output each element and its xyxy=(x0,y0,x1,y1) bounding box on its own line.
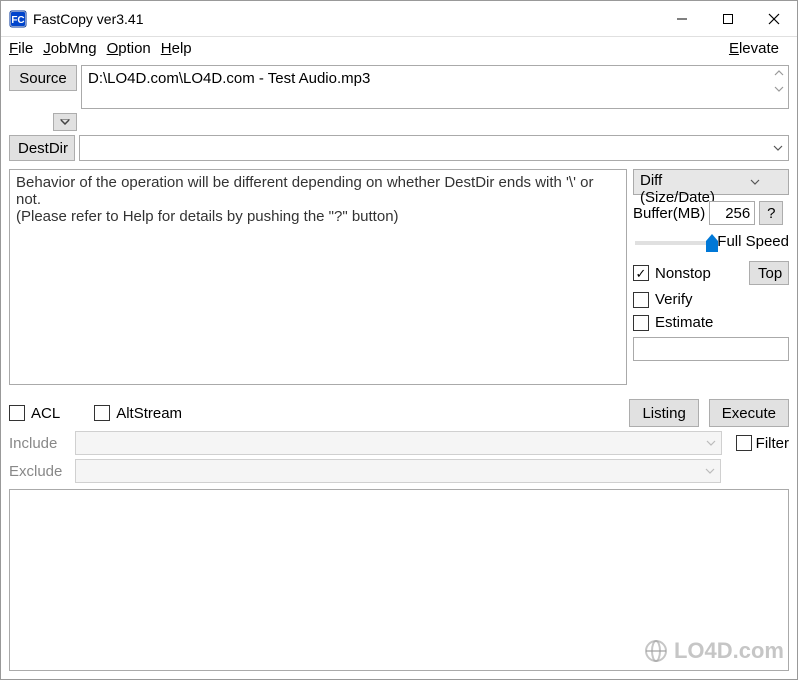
globe-icon xyxy=(644,639,668,663)
close-button[interactable] xyxy=(751,3,797,35)
window-title: FastCopy ver3.41 xyxy=(33,11,144,27)
menu-file[interactable]: File xyxy=(9,40,33,57)
source-input-wrap: D:\LO4D.com\LO4D.com - Test Audio.mp3 xyxy=(81,65,789,109)
menu-elevate[interactable]: Elevate xyxy=(729,40,779,57)
exclude-dropdown-icon[interactable] xyxy=(700,460,720,482)
mode-dropdown-icon[interactable] xyxy=(721,170,788,194)
speed-slider-row: Full Speed xyxy=(633,231,789,255)
speed-label: Full Speed xyxy=(717,233,789,250)
checkbox-unchecked-icon xyxy=(9,405,25,421)
main-window: FC FastCopy ver3.41 File JobMng Option H… xyxy=(0,0,798,680)
listing-button[interactable]: Listing xyxy=(629,399,698,427)
destdir-button[interactable]: DestDir xyxy=(9,135,75,161)
buffer-label: Buffer(MB) xyxy=(633,205,705,222)
include-row: Include Filter xyxy=(9,431,789,455)
menu-help[interactable]: Help xyxy=(161,40,192,57)
nonstop-row: ✓ Nonstop Top xyxy=(633,261,789,285)
behavior-line1: Behavior of the operation will be differ… xyxy=(16,174,620,208)
help-button[interactable]: ? xyxy=(759,201,783,225)
altstream-checkbox[interactable]: AltStream xyxy=(94,405,182,422)
exclude-combo[interactable] xyxy=(75,459,721,483)
exclude-row: Exclude xyxy=(9,459,789,483)
destdir-dropdown-icon[interactable] xyxy=(768,136,788,160)
source-row: Source D:\LO4D.com\LO4D.com - Test Audio… xyxy=(9,65,789,109)
filter-toggle[interactable]: Filter xyxy=(736,435,789,452)
exclude-label: Exclude xyxy=(9,463,69,480)
status-box xyxy=(633,337,789,361)
estimate-row: Estimate xyxy=(633,314,789,331)
scroll-down-icon[interactable] xyxy=(774,84,786,96)
behavior-line2: (Please refer to Help for details by pus… xyxy=(16,208,620,225)
menubar: File JobMng Option Help Elevate xyxy=(1,37,797,61)
source-history-row xyxy=(9,113,789,131)
buffer-row: Buffer(MB) ? xyxy=(633,201,789,225)
include-dropdown-icon[interactable] xyxy=(701,432,721,454)
destdir-combo[interactable] xyxy=(79,135,789,161)
action-row: ACL AltStream Listing Execute xyxy=(9,399,789,427)
right-column: Diff (Size/Date) Buffer(MB) ? Full Speed xyxy=(633,169,789,385)
include-combo[interactable] xyxy=(75,431,722,455)
menu-option[interactable]: Option xyxy=(107,40,151,57)
checkbox-unchecked-icon xyxy=(736,435,752,451)
checkbox-unchecked-icon xyxy=(633,292,649,308)
titlebar: FC FastCopy ver3.41 xyxy=(1,1,797,37)
menu-jobmng[interactable]: JobMng xyxy=(43,40,96,57)
watermark: LO4D.com xyxy=(644,638,784,664)
content-area: Source D:\LO4D.com\LO4D.com - Test Audio… xyxy=(1,61,797,679)
main-split: Behavior of the operation will be differ… xyxy=(9,169,789,385)
maximize-button[interactable] xyxy=(705,3,751,35)
dest-row: DestDir xyxy=(9,135,789,161)
checkbox-unchecked-icon xyxy=(94,405,110,421)
source-button[interactable]: Source xyxy=(9,65,77,91)
verify-checkbox[interactable]: Verify xyxy=(633,291,693,308)
behavior-box: Behavior of the operation will be differ… xyxy=(9,169,627,385)
include-label: Include xyxy=(9,435,69,452)
window-controls xyxy=(659,3,797,35)
destdir-input[interactable] xyxy=(80,136,768,160)
app-icon: FC xyxy=(9,10,27,28)
checkbox-checked-icon: ✓ xyxy=(633,265,649,281)
mode-select[interactable]: Diff (Size/Date) xyxy=(633,169,789,195)
source-scroll xyxy=(774,68,786,96)
nonstop-checkbox[interactable]: ✓ Nonstop xyxy=(633,265,711,282)
buffer-input[interactable] xyxy=(709,201,755,225)
source-input[interactable]: D:\LO4D.com\LO4D.com - Test Audio.mp3 xyxy=(81,65,789,109)
checkbox-unchecked-icon xyxy=(633,315,649,331)
svg-text:FC: FC xyxy=(11,15,24,26)
top-button[interactable]: Top xyxy=(749,261,789,285)
mode-selected: Diff (Size/Date) xyxy=(634,170,721,194)
source-history-dropdown[interactable] xyxy=(53,113,77,131)
minimize-button[interactable] xyxy=(659,3,705,35)
verify-row: Verify xyxy=(633,291,789,308)
estimate-checkbox[interactable]: Estimate xyxy=(633,314,713,331)
acl-checkbox[interactable]: ACL xyxy=(9,405,60,422)
scroll-up-icon[interactable] xyxy=(774,68,786,80)
execute-button[interactable]: Execute xyxy=(709,399,789,427)
speed-track[interactable] xyxy=(635,241,715,245)
